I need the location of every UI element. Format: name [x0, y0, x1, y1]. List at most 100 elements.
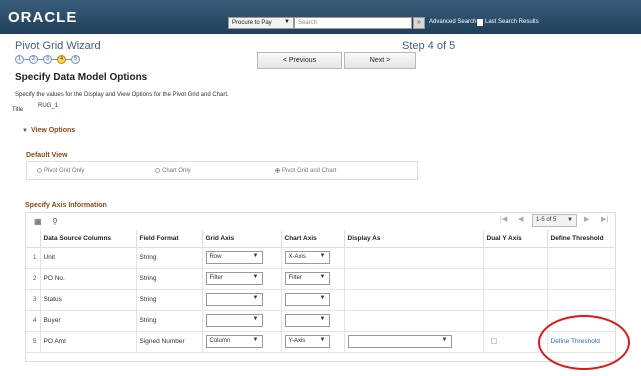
- grid-axis-select-value: Filter: [209, 275, 223, 281]
- radio-selected-icon: [275, 168, 280, 173]
- table-header-row: Data Source Columns Field Format Grid Ax…: [26, 230, 614, 248]
- col-num: [26, 230, 40, 248]
- collapse-triangle-icon: ▼: [22, 128, 28, 134]
- next-button[interactable]: Next >: [344, 52, 416, 69]
- field-format-cell: Signed Number: [135, 331, 202, 353]
- step-3[interactable]: 3: [43, 54, 52, 64]
- chart-axis-select[interactable]: Filter ▼: [284, 272, 330, 285]
- axis-info-title: Specify Axis Information: [25, 202, 107, 209]
- field-format-cell: String: [135, 247, 202, 269]
- chevron-down-icon: ▼: [319, 295, 326, 301]
- chart-axis-select-value: X-Axis: [288, 254, 306, 260]
- display-as-cell: [343, 310, 483, 332]
- page-range-value: 1-5 of 5: [536, 217, 557, 223]
- previous-button[interactable]: < Previous: [257, 52, 342, 69]
- personalize-grid-icon[interactable]: ▦: [34, 217, 42, 226]
- grid-axis-cell: ▼: [201, 289, 281, 311]
- dual-y-cell: [482, 310, 547, 332]
- display-as-cell: [343, 289, 483, 311]
- grid-axis-select[interactable]: Filter ▼: [205, 272, 263, 285]
- radio-pivot-grid-and-chart[interactable]: Pivot Grid and Chart: [275, 168, 336, 174]
- search-go-button[interactable]: »: [413, 17, 425, 29]
- chevron-down-icon: ▼: [441, 337, 448, 343]
- chevron-down-icon: ▼: [252, 295, 259, 301]
- chart-axis-cell: X-Axis ▼: [280, 247, 344, 269]
- last-search-results-link[interactable]: Last Search Results: [485, 19, 539, 25]
- search-scope-select[interactable]: Procure to Pay ▼: [228, 17, 294, 29]
- chart-axis-cell: Y-Axis ▼: [280, 331, 344, 353]
- chevron-down-icon: ▼: [284, 19, 290, 25]
- previous-page-icon[interactable]: ◀: [518, 215, 523, 223]
- radio-icon: [155, 168, 160, 173]
- radio-label: Pivot Grid Only: [44, 168, 85, 174]
- col-grid-axis: Grid Axis: [201, 230, 281, 248]
- first-page-icon[interactable]: |◀: [500, 215, 507, 223]
- row-number: 4: [26, 310, 40, 332]
- display-as-select[interactable]: ▼: [347, 335, 452, 348]
- grid-axis-cell: ▼: [201, 310, 281, 332]
- chart-axis-select[interactable]: X-Axis ▼: [284, 251, 330, 264]
- dual-y-cell: [482, 289, 547, 311]
- grid-axis-select[interactable]: ▼: [205, 314, 263, 327]
- row-number: 5: [26, 331, 40, 353]
- chevron-down-icon: ▼: [567, 217, 573, 223]
- define-threshold-cell: [546, 268, 614, 290]
- chart-axis-select[interactable]: Y-Axis ▼: [284, 335, 330, 348]
- intro-text: Specify the values for the Display and V…: [15, 92, 229, 98]
- step-4[interactable]: 4: [57, 54, 66, 64]
- data-source-cell: PO Amt: [39, 331, 136, 353]
- table-row: 2 PO No. String Filter ▼ Filter ▼: [26, 268, 614, 290]
- field-format-cell: String: [135, 289, 202, 311]
- chevron-down-icon: ▼: [252, 337, 259, 343]
- chart-axis-cell: Filter ▼: [280, 268, 344, 290]
- chevron-down-icon: ▼: [252, 253, 259, 259]
- last-page-icon[interactable]: ▶|: [601, 215, 608, 223]
- dual-y-cell: [482, 268, 547, 290]
- display-as-cell: [343, 268, 483, 290]
- chevron-down-icon: ▼: [319, 337, 326, 343]
- chevron-down-icon: ▼: [252, 316, 259, 322]
- dual-y-checkbox[interactable]: [490, 337, 497, 344]
- chart-axis-select[interactable]: ▼: [284, 293, 330, 306]
- field-format-cell: String: [135, 268, 202, 290]
- table-row: 3 Status String ▼ ▼: [26, 289, 614, 311]
- chart-axis-cell: ▼: [280, 310, 344, 332]
- col-data-source: Data Source Columns: [39, 230, 136, 248]
- chart-axis-select-value: Y-Axis: [288, 338, 306, 344]
- grid-axis-select[interactable]: Row ▼: [205, 251, 263, 264]
- col-display-as: Display As: [343, 230, 483, 248]
- radio-icon: [37, 168, 42, 173]
- display-as-cell: [343, 247, 483, 269]
- chart-axis-select[interactable]: ▼: [284, 314, 330, 327]
- radio-pivot-grid-only[interactable]: Pivot Grid Only: [37, 168, 84, 174]
- grid-axis-cell: Column ▼: [201, 331, 281, 353]
- step-1[interactable]: 1: [15, 54, 24, 64]
- search-input[interactable]: Search: [294, 17, 412, 29]
- radio-chart-only[interactable]: Chart Only: [155, 168, 191, 174]
- field-format-cell: String: [135, 310, 202, 332]
- chevron-down-icon: ▼: [319, 316, 326, 322]
- step-2[interactable]: 2: [29, 54, 38, 64]
- advanced-search-link[interactable]: Advanced Search: [429, 19, 476, 25]
- step-5[interactable]: 5: [71, 54, 80, 64]
- display-as-cell: ▼: [343, 331, 483, 353]
- col-define-threshold: Define Threshold: [546, 230, 614, 248]
- chevron-down-icon: ▼: [252, 274, 259, 280]
- dual-y-cell: [482, 247, 547, 269]
- page-range-select[interactable]: 1-5 of 5 ▼: [532, 214, 577, 227]
- title-value: RUG_1: [38, 103, 59, 109]
- step-label: Step 4 of 5: [402, 40, 456, 52]
- data-source-cell: Buyer: [39, 310, 136, 332]
- define-threshold-cell: [546, 247, 614, 269]
- grid-axis-select[interactable]: ▼: [205, 293, 263, 306]
- oracle-logo: ORACLE: [8, 9, 78, 26]
- search-icon[interactable]: ⚲: [52, 217, 58, 226]
- view-options-toggle[interactable]: ▼ View Options: [22, 127, 75, 134]
- data-source-cell: Unit: [39, 247, 136, 269]
- data-source-cell: PO No.: [39, 268, 136, 290]
- top-bar: ORACLE Procure to Pay ▼ Search » Advance…: [0, 0, 641, 34]
- data-source-cell: Status: [39, 289, 136, 311]
- next-page-icon[interactable]: ▶: [584, 215, 589, 223]
- chart-axis-cell: ▼: [280, 289, 344, 311]
- grid-axis-select[interactable]: Column ▼: [205, 335, 263, 348]
